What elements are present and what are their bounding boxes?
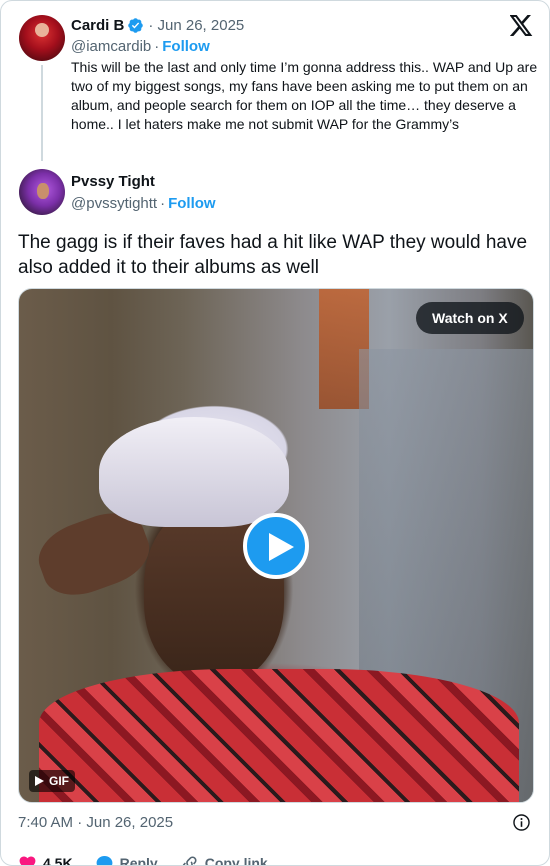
watch-on-x-button[interactable]: Watch on X [416,302,524,334]
white-beanie [99,417,289,527]
plaid-shirt [39,669,519,802]
thread-line [41,65,43,161]
cardi-avatar[interactable] [19,15,65,61]
x-logo-icon[interactable] [510,15,533,36]
separator-dot: · [154,38,160,55]
gif-media[interactable]: Watch on X GIF [18,288,534,803]
like-count: 4.5K [43,855,73,866]
quoted-tweet-text: This will be the last and only time I’m … [71,59,538,132]
gif-label: GIF [49,774,69,788]
reply-button[interactable]: Reply [95,854,158,866]
tweet-display-name[interactable]: Pvssy Tight [71,173,155,190]
quoted-date-prefix: · [148,17,158,34]
small-play-icon [35,776,44,786]
play-button[interactable] [243,513,309,579]
quoted-name-row: Cardi B · Jun 26, 2025 [71,17,244,34]
copy-link-button[interactable]: Copy link [180,854,268,866]
quoted-handle[interactable]: @iamcardib [71,38,151,55]
heart-icon [19,856,36,865]
info-icon[interactable] [512,813,531,832]
gif-badge[interactable]: GIF [29,770,75,792]
tweet-embed-card: Cardi B · Jun 26, 2025 @iamcardib · Follow… [0,0,550,866]
quoted-handle-row: @iamcardib · Follow [71,38,210,55]
pvssy-avatar[interactable] [19,169,65,215]
reply-icon [96,855,112,865]
link-icon [182,855,197,865]
quoted-date[interactable]: Jun 26, 2025 [158,17,245,34]
copy-link-label: Copy link [204,855,268,866]
verified-badge-icon [128,18,144,33]
quoted-follow-button[interactable]: Follow [162,38,210,55]
quoted-display-name[interactable]: Cardi B [71,17,124,34]
tweet-handle-row: @pvssytightt · Follow [71,195,216,212]
separator-dot: · [160,195,166,212]
action-bar: 4.5K Reply Copy link [18,853,538,866]
like-button[interactable]: 4.5K [18,854,73,866]
reply-label: Reply [119,855,158,866]
tweet-timestamp[interactable]: 7:40 AM · Jun 26, 2025 [18,814,173,831]
tweet-text: The gagg is if their faves had a hit lik… [18,232,528,278]
tweet-follow-button[interactable]: Follow [168,195,216,212]
tweet-handle[interactable]: @pvssytightt [71,195,157,212]
play-icon [269,533,294,561]
